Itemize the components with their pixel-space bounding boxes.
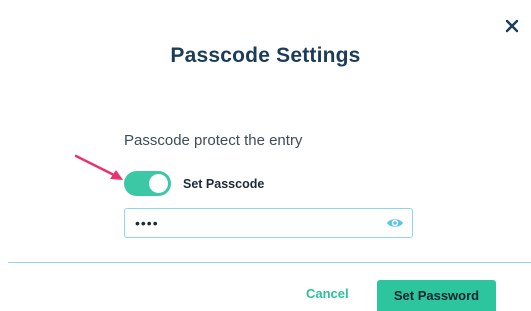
toggle-knob	[149, 174, 168, 193]
passcode-field	[124, 208, 413, 238]
eye-icon	[387, 219, 403, 227]
cancel-button[interactable]: Cancel	[306, 286, 349, 301]
passcode-settings-dialog: Passcode Settings Passcode protect the e…	[0, 0, 531, 311]
close-icon	[505, 19, 519, 33]
close-button[interactable]	[503, 17, 521, 35]
passcode-input[interactable]	[135, 215, 375, 231]
set-passcode-label: Set Passcode	[183, 177, 265, 191]
dialog-title: Passcode Settings	[170, 44, 361, 67]
protect-label: Passcode protect the entry	[124, 132, 303, 149]
annotation-arrow-icon	[74, 154, 123, 180]
footer-divider	[8, 262, 531, 263]
show-passcode-button[interactable]	[386, 216, 404, 230]
set-passcode-toggle[interactable]	[124, 171, 171, 196]
set-password-button[interactable]: Set Password	[377, 280, 496, 311]
